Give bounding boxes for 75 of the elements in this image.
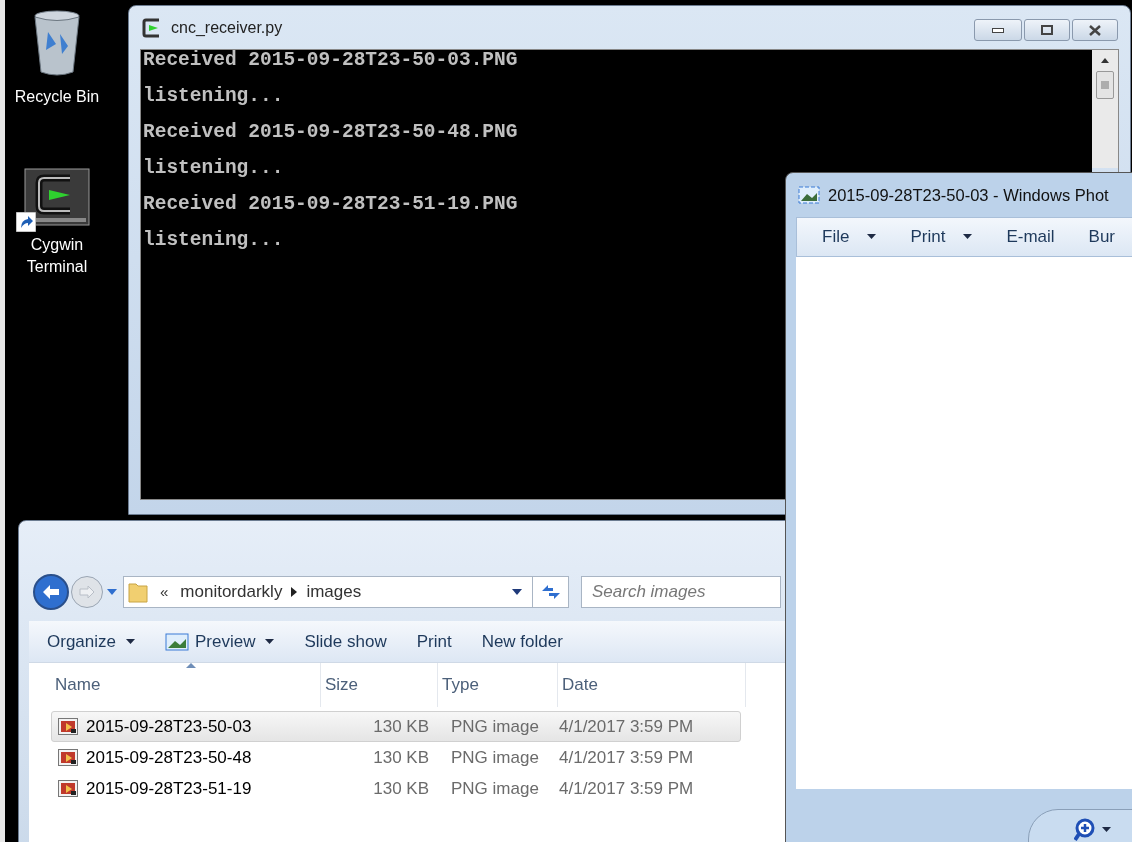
search-field[interactable]: Search images [581,576,781,608]
close-icon [1088,24,1102,36]
caret-icon [126,638,135,645]
toolbar-button[interactable]: Preview [165,628,275,655]
desktop-icon-label[interactable]: Cygwin Terminal [9,234,105,278]
column-header[interactable]: Date [558,663,746,707]
file-row[interactable]: 2015-09-28T23-50-03 130 KB PNG image 4/1/2017 3:59 PM [51,711,741,742]
desktop-icon-label[interactable]: Recycle Bin [9,86,105,108]
scroll-up-icon [1101,58,1109,63]
toolbar-button[interactable]: New folder [481,628,563,655]
file-row[interactable]: 2015-09-28T23-50-48 130 KB PNG image 4/1/2017 3:59 PM [51,742,741,773]
file-name: 2015-09-28T23-50-48 [86,746,252,769]
column-header[interactable]: Name [51,663,321,707]
image-file-icon [58,780,78,797]
shortcut-arrow-icon [16,212,36,232]
file-type: PNG image [450,715,540,738]
image-file-icon [58,749,78,766]
console-line: Received 2015-09-28T23-50-48.PNG [143,120,518,145]
preview-icon [165,631,189,652]
file-size: 130 KB [372,746,429,769]
file-type: PNG image [450,746,540,769]
sort-arrow-icon [185,663,196,668]
menu-item[interactable]: Print [910,224,973,250]
console-line: listening... [143,228,284,253]
column-header[interactable]: Type [438,663,558,707]
history-caret-icon [107,589,117,595]
caret-icon [265,638,275,645]
scroll-thumb[interactable] [1096,71,1114,99]
close-button[interactable] [1072,19,1118,41]
zoom-in-icon [1074,818,1096,842]
address-bar[interactable]: « monitordarkly images [123,576,569,608]
photo-icon [798,186,820,204]
menu-item[interactable]: Bur [1088,224,1115,250]
breadcrumb-overflow[interactable]: « [160,580,169,604]
caret-icon [1102,827,1111,833]
window-title: 2015-09-28T23-50-03 - Windows Phot [828,184,1109,206]
breadcrumb-item[interactable]: images [306,579,362,605]
file-date: 4/1/2017 3:59 PM [559,777,694,800]
grip-icon [1101,81,1109,89]
maximize-icon [1041,25,1053,35]
minimize-button[interactable] [974,19,1022,41]
console-line: listening... [143,84,284,109]
file-date: 4/1/2017 3:59 PM [559,746,694,769]
window-title: cnc_receiver.py [171,17,283,38]
caret-icon [963,234,973,240]
maximize-button[interactable] [1024,19,1070,41]
back-arrow-icon [42,584,60,600]
back-button[interactable] [33,574,69,610]
menu-item[interactable]: E-mail [1006,224,1055,250]
file-size: 130 KB [372,777,429,800]
caret-icon [867,234,877,240]
file-row[interactable]: 2015-09-28T23-51-19 130 KB PNG image 4/1/2017 3:59 PM [51,773,741,804]
file-size: 130 KB [372,715,429,738]
toolbar-button[interactable]: Print [416,628,452,655]
column-header[interactable]: Size [321,663,438,707]
file-type: PNG image [450,777,540,800]
toolbar-button[interactable]: Slide show [304,628,387,655]
file-date: 4/1/2017 3:59 PM [559,715,694,738]
minimize-icon [992,27,1004,33]
menu-item[interactable]: File [822,224,877,250]
breadcrumb-chevron-icon [291,587,298,597]
toolbar-button[interactable]: Organize [47,628,135,655]
recycle-bin-icon [32,10,82,78]
console-line: Received 2015-09-28T23-51-19.PNG [143,192,518,217]
scrollbar[interactable] [1092,50,1118,168]
console-line: Received 2015-09-28T23-50-03.PNG [143,48,518,73]
image-file-icon [58,718,78,735]
terminal-icon [24,168,90,226]
breadcrumb-item[interactable]: monitordarkly [180,579,283,605]
address-caret-icon [512,589,522,595]
file-name: 2015-09-28T23-51-19 [86,777,252,800]
forward-arrow-icon [79,585,95,599]
file-name: 2015-09-28T23-50-03 [86,715,252,738]
folder-icon [128,581,148,603]
console-line: listening... [143,156,284,181]
